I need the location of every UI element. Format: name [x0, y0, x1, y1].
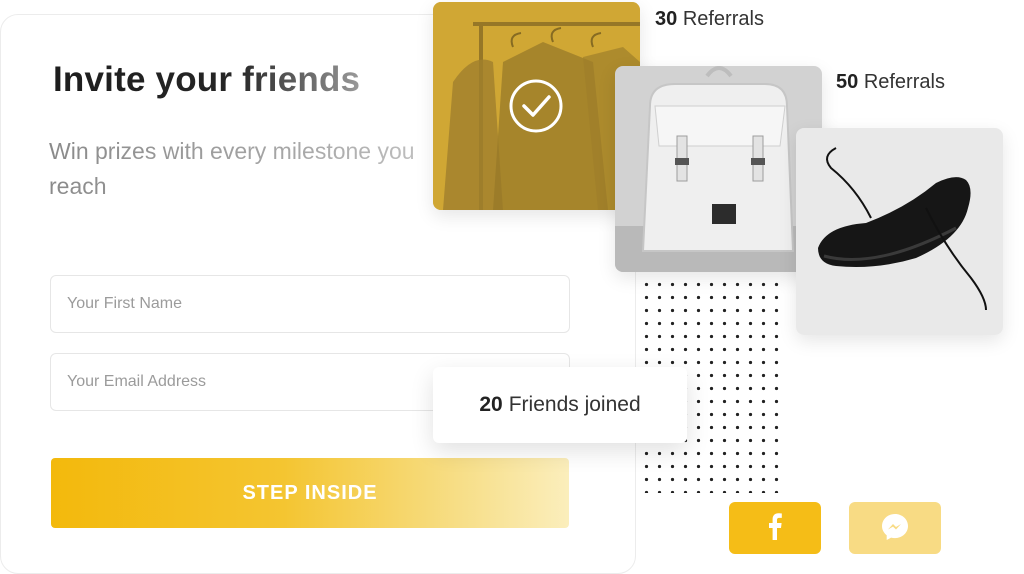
- first-name-field[interactable]: [50, 275, 570, 333]
- prize-image-clothing-rack: [433, 2, 640, 210]
- page-title: Invite your friends: [53, 60, 361, 99]
- prize-image-sneaker: [796, 128, 1003, 335]
- step-inside-button[interactable]: STEP INSIDE: [51, 458, 569, 528]
- milestone-30-label: 30 Referrals: [655, 8, 764, 30]
- milestone-50-label: 50 Referrals: [836, 71, 945, 93]
- facebook-share-button[interactable]: [729, 502, 821, 554]
- friends-joined-count: 20: [479, 393, 503, 416]
- page-subtitle: Win prizes with every milestone you reac…: [49, 134, 469, 204]
- friends-joined-label: Friends joined: [508, 393, 641, 416]
- first-name-input[interactable]: [51, 276, 569, 332]
- facebook-icon: [769, 513, 782, 540]
- friends-joined-badge: 20 Friends joined: [433, 367, 687, 443]
- messenger-share-button[interactable]: [849, 502, 941, 554]
- prize-image-backpack: [615, 66, 822, 272]
